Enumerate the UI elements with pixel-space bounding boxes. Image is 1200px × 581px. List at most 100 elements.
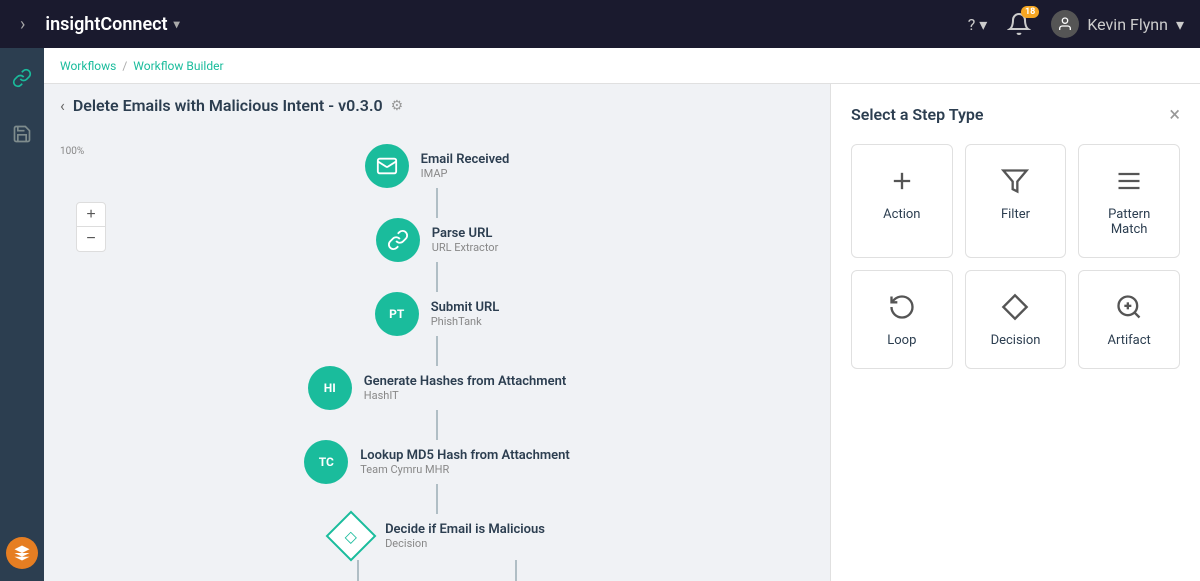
loop-label: Loop [887,333,916,348]
node-row-decision: ◇ Decide if Email is Malicious Decision [329,514,545,581]
node-title-lookup-md5: Lookup MD5 Hash from Attachment [360,448,570,463]
node-icon-email [365,144,409,188]
node-info-submit-url: Submit URL PhishTank [431,300,500,328]
help-caret: ▾ [979,15,987,34]
help-button[interactable]: ? ▾ [968,15,988,34]
loop-icon [888,291,916,323]
workflow-nodes: Email Received IMAP [44,134,830,581]
node-row-parse-url: Parse URL URL Extractor [376,218,499,292]
node-subtitle-lookup-md5: Team Cymru MHR [360,463,570,476]
node-row-lookup-md5: TC Lookup MD5 Hash from Attachment Team … [304,440,570,514]
main-area: Workflows / Workflow Builder ‹ Delete Em… [44,48,1200,581]
settings-gear-icon[interactable]: ⚙ [391,98,404,114]
node-submit-url[interactable]: PT Submit URL PhishTank [375,292,500,336]
pattern-match-icon [1115,165,1143,197]
notifications-button[interactable]: 18 [1007,12,1031,36]
node-info-parse-url: Parse URL URL Extractor [432,226,499,254]
breadcrumb-workflows[interactable]: Workflows [60,59,116,73]
sidebar-toggle[interactable]: › [16,10,29,39]
app-logo[interactable]: insightConnect ▾ [45,14,179,35]
canvas-header: ‹ Delete Emails with Malicious Intent - … [44,84,830,127]
step-type-action[interactable]: Action [851,144,953,258]
panel-close-button[interactable]: × [1169,104,1180,124]
step-type-loop[interactable]: Loop [851,270,953,369]
artifact-label: Artifact [1108,333,1151,348]
node-title-email: Email Received [421,152,510,167]
canvas-area: ‹ Delete Emails with Malicious Intent - … [44,84,830,581]
node-subtitle-parse-url: URL Extractor [432,241,499,254]
panel-header: Select a Step Type × [851,104,1180,124]
link-icon [12,68,32,88]
connector-3 [436,336,438,366]
node-initials-generate-hashes: HI [324,381,336,395]
connector-1 [436,188,438,218]
filter-icon [1001,165,1029,197]
email-icon [376,155,398,177]
rapid7-icon [13,544,31,562]
breadcrumb-workflow-builder[interactable]: Workflow Builder [133,59,223,73]
left-sidebar [0,48,44,581]
node-title-decision: Decide if Email is Malicious [385,522,545,537]
breadcrumb-separator: / [122,59,127,73]
node-icon-submit-url: PT [375,292,419,336]
node-icon-decision: ◇ [329,514,373,558]
step-type-decision[interactable]: Decision [965,270,1067,369]
node-icon-lookup-md5: TC [304,440,348,484]
node-info-decision: Decide if Email is Malicious Decision [385,522,545,550]
connector-5 [436,484,438,514]
step-type-filter[interactable]: Filter [965,144,1067,258]
filter-label: Filter [1001,207,1030,222]
connector-2 [436,262,438,292]
node-lookup-md5[interactable]: TC Lookup MD5 Hash from Attachment Team … [304,440,570,484]
notification-badge: 18 [1021,6,1039,18]
step-type-pattern-match[interactable]: Pattern Match [1078,144,1180,258]
action-icon [888,165,916,197]
back-button[interactable]: ‹ [60,96,65,115]
panel-title: Select a Step Type [851,105,984,124]
app-name: insightConnect [45,14,167,35]
node-initials-lookup-md5: TC [319,455,334,469]
step-type-panel: Select a Step Type × Action [830,84,1200,581]
node-generate-hashes[interactable]: HI Generate Hashes from Attachment HashI… [308,366,566,410]
node-subtitle-submit-url: PhishTank [431,315,500,328]
node-subtitle-email: IMAP [421,167,510,180]
node-icon-generate-hashes: HI [308,366,352,410]
top-navigation: › insightConnect ▾ ? ▾ 18 Kevin Flynn ▾ [0,0,1200,48]
node-icon-parse-url [376,218,420,262]
node-email-received[interactable]: Email Received IMAP [365,144,510,188]
node-row-submit-url: PT Submit URL PhishTank [375,292,500,366]
step-types-grid: Action Filter [851,144,1180,369]
node-title-parse-url: Parse URL [432,226,499,241]
connector-4 [436,410,438,440]
sidebar-bottom-logo [6,537,38,569]
node-initials-submit-url: PT [389,307,404,321]
node-parse-url[interactable]: Parse URL URL Extractor [376,218,499,262]
workflow-canvas: Email Received IMAP [44,134,830,581]
node-row-generate-hashes: HI Generate Hashes from Attachment HashI… [308,366,566,440]
diamond-inner-icon: ◇ [345,527,357,546]
node-info-email: Email Received IMAP [421,152,510,180]
node-info-generate-hashes: Generate Hashes from Attachment HashIT [364,374,566,402]
node-decide-malicious[interactable]: ◇ Decide if Email is Malicious Decision [329,514,545,558]
node-title-submit-url: Submit URL [431,300,500,315]
node-subtitle-generate-hashes: HashIT [364,389,566,402]
node-row-email-received: Email Received IMAP [365,144,510,218]
sidebar-item-save[interactable] [4,116,40,152]
user-name: Kevin Flynn [1087,15,1168,34]
decision-icon [1001,291,1029,323]
app-caret: ▾ [174,17,180,31]
branch-line-yes [357,560,437,581]
user-avatar [1051,10,1079,38]
branch-line-no [437,560,517,581]
node-info-lookup-md5: Lookup MD5 Hash from Attachment Team Cym… [360,448,570,476]
artifact-icon [1115,291,1143,323]
step-type-artifact[interactable]: Artifact [1078,270,1180,369]
user-menu[interactable]: Kevin Flynn ▾ [1051,10,1184,38]
sidebar-item-link[interactable] [4,60,40,96]
decision-branch-lines [357,560,517,581]
node-title-generate-hashes: Generate Hashes from Attachment [364,374,566,389]
help-icon: ? [968,15,976,34]
pattern-match-label: Pattern Match [1091,207,1167,237]
action-label: Action [883,207,920,222]
save-icon [12,124,32,144]
